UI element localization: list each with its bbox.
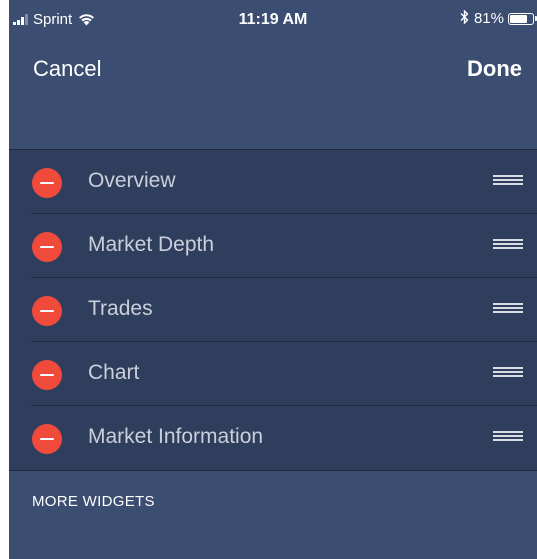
widget-label: Chart [88, 361, 140, 384]
row-separator [31, 341, 537, 342]
delete-overview-button[interactable] [32, 168, 62, 198]
delete-trades-button[interactable] [32, 296, 62, 326]
cancel-button[interactable]: Cancel [33, 56, 101, 82]
drag-handle-icon[interactable] [493, 431, 523, 445]
widget-label: Market Information [88, 425, 264, 448]
drag-handle-icon[interactable] [493, 303, 523, 317]
widget-row-market-information[interactable]: Market Information [9, 405, 537, 470]
row-separator [31, 277, 537, 278]
minus-circle-icon [40, 438, 54, 440]
status-time: 11:19 AM [238, 11, 308, 28]
list-bottom-divider [9, 470, 537, 471]
drag-handle-icon[interactable] [493, 367, 523, 381]
done-button[interactable]: Done [467, 56, 522, 82]
more-widgets-header: MORE WIDGETS [32, 493, 155, 510]
widget-label: Market Depth [88, 233, 215, 256]
bluetooth-icon [460, 9, 469, 27]
row-separator [31, 405, 537, 406]
battery-icon [508, 12, 534, 25]
phone-screen: Sprint 11:19 AM 81% Cancel Done Overview… [9, 0, 537, 559]
battery-percent: 81% [473, 10, 504, 27]
delete-market-depth-button[interactable] [32, 232, 62, 262]
status-right: 81% [460, 9, 537, 27]
widget-row-trades[interactable]: Trades [9, 277, 537, 342]
battery-fill [510, 14, 527, 23]
minus-circle-icon [40, 182, 54, 184]
drag-handle-icon[interactable] [493, 239, 523, 253]
minus-circle-icon [40, 374, 54, 376]
widget-label: Trades [88, 297, 153, 320]
drag-handle-icon[interactable] [493, 175, 523, 189]
status-bar: Sprint 11:19 AM 81% [9, 0, 537, 40]
nav-bar: Cancel Done [9, 40, 537, 150]
delete-market-information-button[interactable] [32, 424, 62, 454]
row-separator [31, 213, 537, 214]
widget-row-market-depth[interactable]: Market Depth [9, 213, 537, 278]
widget-row-overview[interactable]: Overview [9, 150, 537, 214]
delete-chart-button[interactable] [32, 360, 62, 390]
widget-list: Overview Market Depth Trades Chart Marke… [9, 149, 537, 470]
minus-circle-icon [40, 310, 54, 312]
minus-circle-icon [40, 246, 54, 248]
widget-row-chart[interactable]: Chart [9, 341, 537, 406]
widget-label: Overview [88, 169, 176, 192]
